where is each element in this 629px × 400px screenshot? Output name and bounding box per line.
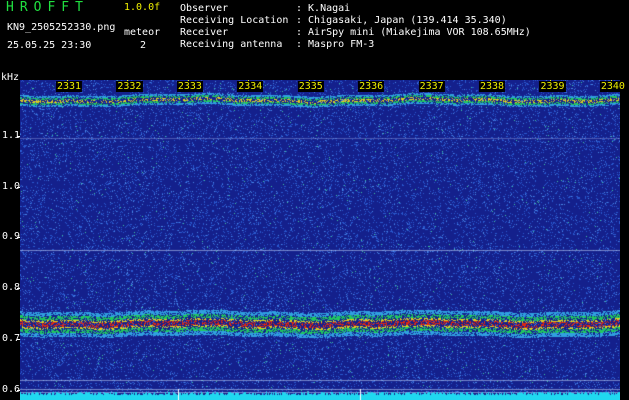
version-label: 1.0.0f <box>124 2 161 13</box>
info-key: Receiving antenna <box>180 39 283 50</box>
x-tick-label: 2335 <box>297 81 324 92</box>
info-row-antenna: Receiving antenna : Maspro FM-3 <box>180 39 531 51</box>
observation-info: Observer : K.Nagai Receiving Location : … <box>180 3 531 51</box>
hrofft-window: HROFFT 1.0.0f KN9_2505252330.png meteor … <box>0 0 629 400</box>
info-key: Receiving Location <box>180 15 289 26</box>
info-value: : Maspro FM-3 <box>296 39 375 50</box>
mode-value: 2 <box>140 40 147 51</box>
info-key: Receiver <box>180 27 229 38</box>
spectrogram-canvas[interactable] <box>20 80 620 400</box>
plot-right-margin <box>620 80 629 400</box>
y-axis-unit: kHz <box>1 72 20 83</box>
x-tick-label: 2331 <box>55 81 83 92</box>
info-value: : K.Nagai <box>296 3 351 14</box>
x-tick-label: 2337 <box>418 81 445 92</box>
x-tick-label: 2332 <box>116 81 143 92</box>
mode-label: meteor <box>124 27 161 38</box>
info-value: : Chigasaki, Japan (139.414 35.340) <box>296 15 507 26</box>
info-key: Observer <box>180 3 229 14</box>
info-row-location: Receiving Location : Chigasaki, Japan (1… <box>180 15 531 27</box>
info-value: : AirSpy mini (Miakejima VOR 108.65MHz) <box>296 27 531 38</box>
x-tick-label: 2340 <box>599 81 626 92</box>
info-row-receiver: Receiver : AirSpy mini (Miakejima VOR 10… <box>180 27 531 39</box>
x-tick-label: 2334 <box>237 81 264 92</box>
x-tick-label: 2339 <box>539 81 566 92</box>
timestamp-label: 25.05.25 23:30 <box>7 40 92 51</box>
x-tick-label: 2338 <box>479 81 506 92</box>
filename-label: KN9_2505252330.png <box>7 22 116 33</box>
x-tick-label: 2333 <box>176 81 203 92</box>
app-title: HROFFT <box>6 0 89 15</box>
x-tick-label: 2336 <box>358 81 385 92</box>
info-row-observer: Observer : K.Nagai <box>180 3 531 15</box>
